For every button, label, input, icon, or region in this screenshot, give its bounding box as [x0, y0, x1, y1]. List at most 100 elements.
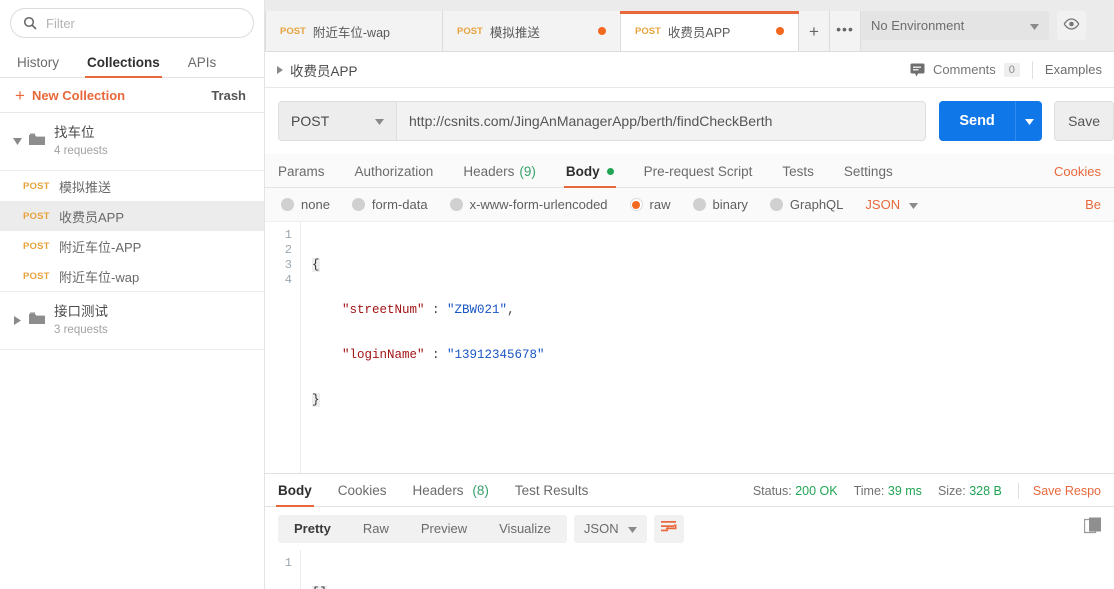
- tab-pre-request-script[interactable]: Pre-request Script: [644, 164, 753, 187]
- collection-request-count: 4 requests: [54, 143, 108, 159]
- body-format-select[interactable]: JSON: [865, 197, 918, 212]
- trash-button[interactable]: Trash: [211, 88, 246, 103]
- tab-headers-count: (9): [519, 164, 536, 179]
- tab-body[interactable]: Body: [566, 164, 614, 187]
- request-body-editor[interactable]: 1 2 3 4 { "streetNum" : "ZBW021", "login…: [265, 221, 1114, 473]
- request-header-bar: 收费员APP Comments 0 Examples: [265, 52, 1114, 88]
- beautify-button[interactable]: Be: [1085, 197, 1101, 212]
- open-tab-fujinchewei-wap[interactable]: POST 附近车位-wap: [265, 11, 443, 51]
- tab-settings[interactable]: Settings: [844, 164, 893, 187]
- open-tab-monituisong[interactable]: POST 模拟推送: [443, 11, 621, 51]
- editor-code-area[interactable]: { "streetNum" : "ZBW021", "loginName" : …: [301, 222, 1114, 473]
- eye-icon: [1063, 17, 1080, 35]
- save-button[interactable]: Save: [1054, 101, 1114, 141]
- main-panel: POST 附近车位-wap POST 模拟推送 POST 收费员APP + ••…: [265, 0, 1114, 589]
- body-type-label: x-www-form-urlencoded: [470, 197, 608, 212]
- new-collection-button[interactable]: + New Collection: [15, 87, 125, 104]
- body-type-urlencoded[interactable]: x-www-form-urlencoded: [450, 197, 608, 212]
- tab-options-button[interactable]: •••: [830, 11, 861, 51]
- environment-quick-look-button[interactable]: [1057, 11, 1086, 40]
- environment-select[interactable]: No Environment: [861, 11, 1049, 40]
- response-view-visualize[interactable]: Visualize: [483, 515, 567, 543]
- collection-list: 找车位 4 requests POST 模拟推送 POST 收费员APP POS…: [0, 113, 264, 589]
- body-type-form-data[interactable]: form-data: [352, 197, 428, 212]
- tab-tests[interactable]: Tests: [782, 164, 814, 187]
- status-label: Status:: [753, 484, 792, 498]
- save-response-button[interactable]: Save Respo: [1033, 484, 1101, 498]
- chevron-down-icon: [1030, 18, 1039, 33]
- collection-item-zhaochewei[interactable]: 找车位 4 requests: [0, 113, 264, 171]
- url-bar: POST http://csnits.com/JingAnManagerApp/…: [265, 88, 1114, 154]
- tab-params[interactable]: Params: [278, 164, 325, 187]
- list-item[interactable]: POST 附近车位-wap: [0, 261, 264, 292]
- comments-button[interactable]: Comments 0: [910, 62, 1032, 77]
- body-type-raw[interactable]: raw: [630, 197, 671, 212]
- request-method: POST: [23, 271, 59, 282]
- tab-authorization[interactable]: Authorization: [355, 164, 434, 187]
- response-view-preview[interactable]: Preview: [405, 515, 483, 543]
- url-input[interactable]: http://csnits.com/JingAnManagerApp/berth…: [396, 101, 926, 141]
- request-name: 附近车位-APP: [59, 237, 141, 256]
- sidebar-tab-history[interactable]: History: [17, 55, 59, 77]
- json-key: "loginName": [342, 348, 425, 362]
- request-tab-strip: POST 附近车位-wap POST 模拟推送 POST 收费员APP + ••…: [265, 0, 1114, 52]
- open-tab-shoufeiyuanapp[interactable]: POST 收费员APP: [621, 11, 799, 51]
- unsaved-indicator-dot: [776, 27, 784, 35]
- response-tab-headers[interactable]: Headers (8): [413, 483, 489, 506]
- line-number: 1: [265, 228, 300, 243]
- code-line: }: [312, 393, 1114, 408]
- code-line: {: [312, 258, 1114, 273]
- response-tab-test-results[interactable]: Test Results: [515, 483, 589, 506]
- body-type-label: none: [301, 197, 330, 212]
- response-view-toolbar: Pretty Raw Preview Visualize JSON: [265, 507, 1114, 550]
- search-input[interactable]: Filter: [10, 8, 254, 38]
- list-item[interactable]: POST 附近车位-APP: [0, 231, 264, 261]
- search-icon: [23, 16, 37, 30]
- http-method-value: POST: [291, 113, 329, 129]
- word-wrap-button[interactable]: [654, 515, 684, 543]
- code-line: "streetNum" : "ZBW021",: [312, 303, 1114, 318]
- list-item[interactable]: POST 收费员APP: [0, 201, 264, 231]
- copy-button[interactable]: [1082, 518, 1104, 540]
- new-tab-button[interactable]: +: [799, 11, 830, 51]
- time-label: Time:: [854, 484, 885, 498]
- sidebar-tab-collections[interactable]: Collections: [87, 55, 160, 77]
- cookies-link[interactable]: Cookies: [1054, 164, 1101, 187]
- json-key: "streetNum": [342, 303, 425, 317]
- sidebar: Filter History Collections APIs + New Co…: [0, 0, 265, 589]
- tab-headers[interactable]: Headers (9): [463, 164, 536, 187]
- response-body-viewer[interactable]: 1 []: [265, 550, 1114, 589]
- collection-request-count: 3 requests: [54, 322, 108, 338]
- json-value: "13912345678": [447, 348, 545, 362]
- line-number: 1: [265, 556, 300, 571]
- sidebar-tab-apis[interactable]: APIs: [188, 55, 217, 77]
- response-tabs: Body Cookies Headers (8) Test Results St…: [265, 474, 1114, 507]
- body-type-none[interactable]: none: [281, 197, 330, 212]
- http-method-select[interactable]: POST: [278, 101, 396, 141]
- examples-button[interactable]: Examples: [1033, 62, 1114, 77]
- response-view-raw[interactable]: Raw: [347, 515, 405, 543]
- response-tab-body[interactable]: Body: [278, 483, 312, 506]
- collection-item-jiekoiceshi[interactable]: 接口测试 3 requests: [0, 292, 264, 350]
- body-type-graphql[interactable]: GraphQL: [770, 197, 843, 212]
- postman-window: Filter History Collections APIs + New Co…: [0, 0, 1114, 589]
- folder-icon: [29, 133, 45, 151]
- tab-method: POST: [635, 26, 661, 37]
- tab-body-label: Body: [566, 164, 600, 179]
- chevron-right-icon: [10, 316, 24, 325]
- request-name: 附近车位-wap: [59, 267, 139, 286]
- response-view-pretty[interactable]: Pretty: [278, 515, 347, 543]
- send-button[interactable]: Send: [939, 101, 1015, 141]
- chevron-right-icon[interactable]: [277, 66, 283, 74]
- send-options-button[interactable]: [1015, 101, 1042, 141]
- response-view-mode-group: Pretty Raw Preview Visualize: [278, 515, 567, 543]
- radio-icon: [352, 198, 365, 211]
- request-config-tabs: Params Authorization Headers (9) Body Pr…: [265, 154, 1114, 188]
- response-tab-cookies[interactable]: Cookies: [338, 483, 387, 506]
- json-colon: :: [425, 348, 448, 362]
- json-colon: :: [425, 303, 448, 317]
- body-type-binary[interactable]: binary: [693, 197, 748, 212]
- response-format-select[interactable]: JSON: [574, 515, 647, 543]
- list-item[interactable]: POST 模拟推送: [0, 171, 264, 201]
- radio-icon: [450, 198, 463, 211]
